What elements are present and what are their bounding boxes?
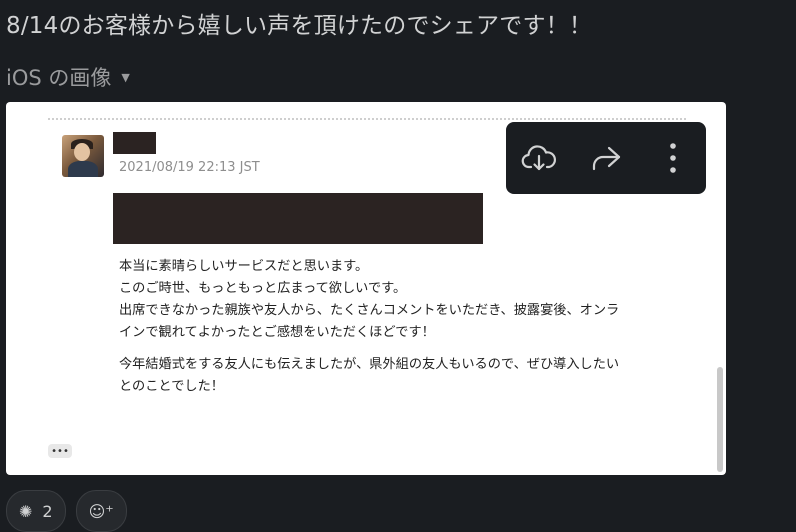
- share-icon[interactable]: [582, 134, 630, 182]
- message-text: 8/14のお客様から嬉しい声を頂けたのでシェアです！！: [6, 13, 593, 39]
- more-icon: •••: [48, 444, 72, 458]
- redacted-name: [113, 132, 156, 154]
- quote-line: 出席できなかった親族や友人から、たくさんコメントをいただき、披露宴後、オンラ: [119, 303, 620, 318]
- emoji-icon: ✺: [19, 501, 33, 521]
- quote-line: とのことでした！: [119, 379, 224, 394]
- add-reaction-icon: ☺⁺: [88, 501, 114, 521]
- quote-line: 今年結婚式をする友人にも伝えましたが、県外組の友人もいるので、ぜひ導入したい: [119, 357, 620, 372]
- quoted-message: 本当に素晴らしいサービスだと思います。 このご時世、もっともっと広まって欲しいで…: [119, 256, 689, 398]
- avatar: [62, 135, 104, 177]
- quote-line: このご時世、もっともっと広まって欲しいです。: [119, 281, 407, 296]
- quote-line: 本当に素晴らしいサービスだと思います。: [119, 259, 369, 274]
- timestamp: 2021/08/19 22:13 JST: [119, 160, 260, 175]
- file-name: iOS の画像: [6, 66, 112, 90]
- redacted-block: [113, 193, 483, 244]
- cloud-download-icon[interactable]: [515, 134, 563, 182]
- more-vertical-icon[interactable]: [649, 134, 697, 182]
- add-reaction-button[interactable]: ☺⁺: [75, 490, 127, 532]
- quote-line: インで観れてよかったとご感想をいただくほどです！: [119, 325, 435, 340]
- scrollbar: [717, 367, 723, 472]
- divider: [48, 118, 686, 120]
- file-label[interactable]: iOS の画像 ▼: [6, 62, 130, 92]
- reaction-pill[interactable]: ✺ 2: [6, 490, 66, 532]
- reaction-bar: ✺ 2 ☺⁺: [6, 490, 127, 532]
- caret-down-icon: ▼: [121, 70, 130, 84]
- image-toolbar: [506, 122, 706, 194]
- reaction-count: 2: [42, 501, 53, 521]
